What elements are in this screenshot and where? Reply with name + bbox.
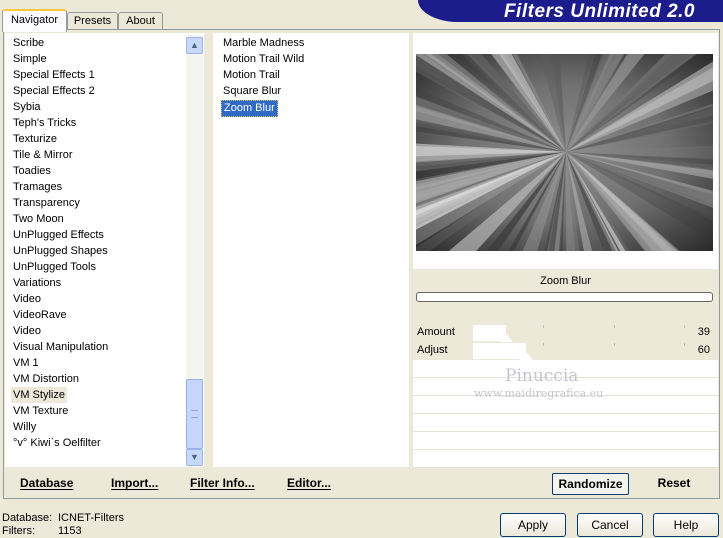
grip-icon xyxy=(191,410,198,418)
category-item[interactable]: Variations xyxy=(13,275,61,291)
category-scrollbar[interactable]: ▲ ▼ xyxy=(186,35,203,466)
category-item[interactable]: Tramages xyxy=(13,179,62,195)
category-item[interactable]: Visual Manipulation xyxy=(13,339,108,355)
filter-item[interactable]: Square Blur xyxy=(221,84,283,99)
app-title: Filters Unlimited 2.0 xyxy=(503,1,695,22)
watermark-name: Pinuccia xyxy=(505,366,579,386)
category-list[interactable]: Scribe Simple Special Effects 1 Special Eff… xyxy=(5,33,204,467)
filter-info-button[interactable]: Filter Info... xyxy=(190,471,255,495)
category-item[interactable]: Texturize xyxy=(13,131,57,147)
adjust-slider[interactable] xyxy=(473,343,693,360)
amount-slider-handle[interactable] xyxy=(499,334,513,342)
cancel-button[interactable]: Cancel xyxy=(577,513,643,537)
category-item[interactable]: UnPlugged Tools xyxy=(13,259,96,275)
category-item[interactable]: Simple xyxy=(13,51,47,67)
progress-bar xyxy=(416,292,713,302)
randomize-button[interactable]: Randomize xyxy=(552,473,629,495)
title-banner: Filters Unlimited 2.0 xyxy=(418,0,723,22)
import-button[interactable]: Import... xyxy=(111,471,158,495)
filter-item[interactable]: Motion Trail xyxy=(221,68,282,83)
filter-item[interactable]: Motion Trail Wild xyxy=(221,52,306,67)
help-button[interactable]: Help xyxy=(653,513,719,537)
category-item[interactable]: Video xyxy=(13,291,41,307)
category-item[interactable]: VM 1 xyxy=(13,355,39,371)
amount-slider-row[interactable]: Amount 39 xyxy=(413,324,718,342)
category-item[interactable]: VM Stylize xyxy=(11,387,67,403)
slider-tick xyxy=(543,343,545,346)
tab-about[interactable]: About xyxy=(118,12,163,30)
chevron-up-icon: ▲ xyxy=(190,40,199,50)
filter-list[interactable]: Marble Madness Motion Trail Wild Motion Tr… xyxy=(213,33,409,467)
scroll-up-button[interactable]: ▲ xyxy=(186,37,203,54)
category-item[interactable]: Video xyxy=(13,323,41,339)
category-item[interactable]: UnPlugged Effects xyxy=(13,227,104,243)
watermark-url: www.maidiregrafica.eu xyxy=(474,387,604,400)
apply-button[interactable]: Apply xyxy=(500,513,566,537)
scrollbar-thumb[interactable] xyxy=(186,379,203,449)
category-item[interactable]: Willy xyxy=(13,419,36,435)
preview-image xyxy=(416,54,713,251)
category-item[interactable]: Sybia xyxy=(13,99,41,115)
adjust-value: 60 xyxy=(697,344,710,356)
category-item[interactable]: Transparency xyxy=(13,195,80,211)
tab-navigator[interactable]: Navigator xyxy=(2,9,67,32)
category-item[interactable]: Toadies xyxy=(13,163,51,179)
category-item[interactable]: VM Distortion xyxy=(13,371,79,387)
filter-item[interactable]: Zoom Blur xyxy=(221,100,278,117)
database-button[interactable]: Database xyxy=(20,471,73,495)
category-item[interactable]: Two Moon xyxy=(13,211,64,227)
slider-tick xyxy=(684,325,686,328)
database-status-value: ICNET-Filters xyxy=(58,512,124,524)
adjust-slider-handle[interactable] xyxy=(518,352,533,360)
adjust-label: Adjust xyxy=(417,344,448,356)
filter-name-label: Zoom Blur xyxy=(540,275,591,287)
slider-tick xyxy=(613,343,615,346)
category-item[interactable]: Special Effects 2 xyxy=(13,83,95,99)
empty-slider-row xyxy=(413,450,718,468)
tab-presets[interactable]: Presets xyxy=(67,12,118,30)
amount-label: Amount xyxy=(417,326,455,338)
filter-item[interactable]: Marble Madness xyxy=(221,36,306,51)
chevron-down-icon: ▼ xyxy=(190,452,199,462)
slider-tick xyxy=(684,343,686,346)
category-item[interactable]: VideoRave xyxy=(13,307,67,323)
amount-value: 39 xyxy=(697,326,710,338)
category-item[interactable]: °v° Kiwi`s Oelfilter xyxy=(13,435,101,451)
category-item[interactable]: UnPlugged Shapes xyxy=(13,243,108,259)
reset-button[interactable]: Reset xyxy=(648,473,700,495)
category-item[interactable]: Scribe xyxy=(13,35,44,51)
category-item[interactable]: Tile & Mirror xyxy=(13,147,72,163)
category-item[interactable]: Teph's Tricks xyxy=(13,115,76,131)
slider-tick xyxy=(613,325,615,328)
scroll-down-button[interactable]: ▼ xyxy=(186,449,203,466)
empty-slider-row xyxy=(413,432,718,450)
amount-slider[interactable] xyxy=(473,325,693,342)
database-status-label: Database: xyxy=(2,512,53,524)
category-item[interactable]: Special Effects 1 xyxy=(13,67,95,83)
empty-slider-row xyxy=(413,414,718,432)
slider-tick xyxy=(543,325,545,328)
adjust-slider-row[interactable]: Adjust 60 xyxy=(413,342,718,360)
category-item[interactable]: VM Texture xyxy=(13,403,68,419)
editor-button[interactable]: Editor... xyxy=(287,471,331,495)
